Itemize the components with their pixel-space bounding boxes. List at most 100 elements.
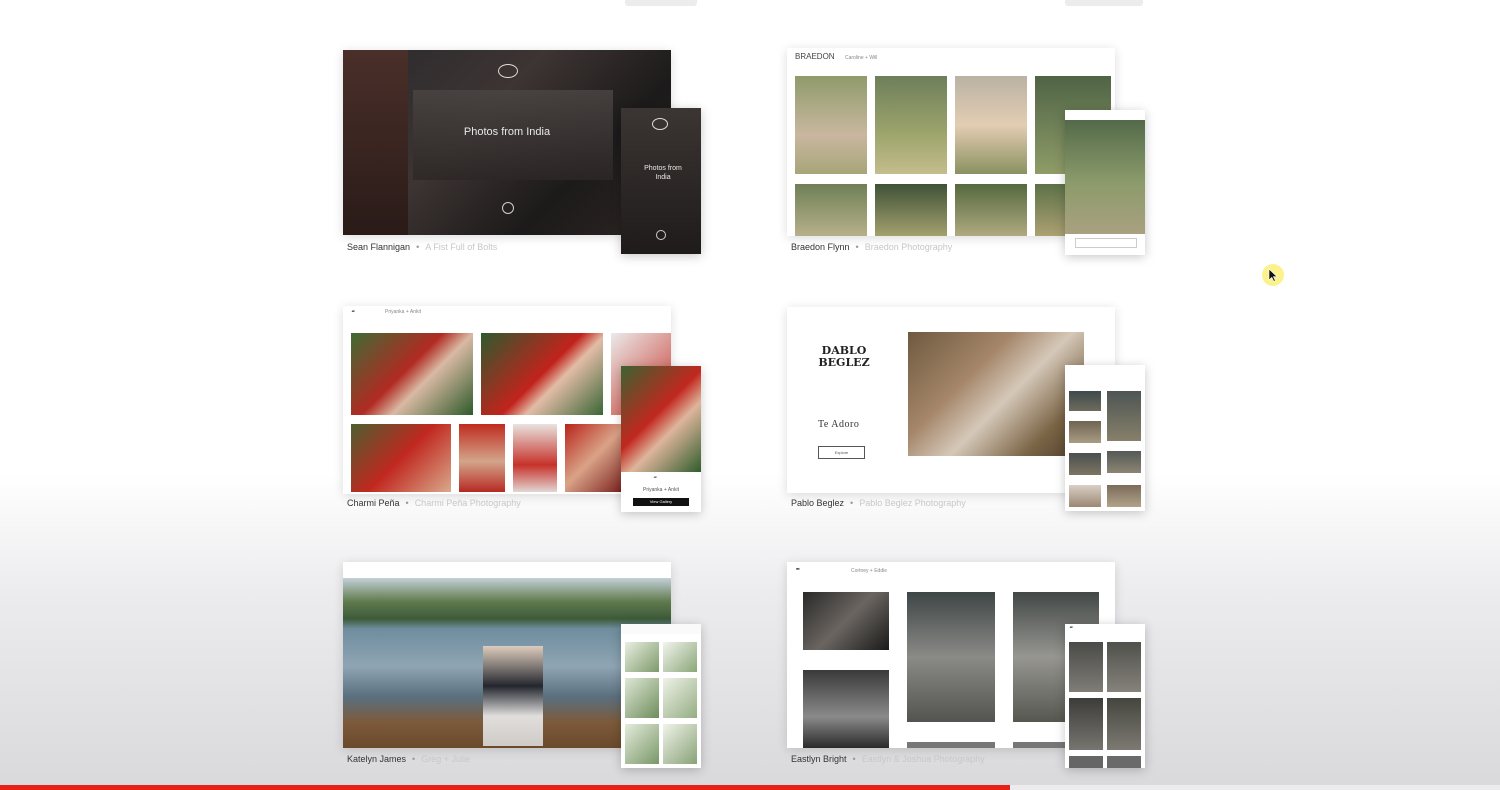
gallery-photo[interactable]: [663, 678, 697, 718]
studio-name: Pablo Beglez Photography: [859, 498, 966, 508]
gallery-photo[interactable]: [1069, 698, 1103, 750]
photographer-name: Charmi Peña: [347, 498, 400, 508]
gallery-photo[interactable]: [1069, 453, 1101, 475]
gallery-photo[interactable]: [795, 76, 867, 174]
gallery-header: BRAEDON Caroline + Will: [787, 48, 1115, 68]
video-progress-fill: [0, 785, 1010, 790]
gallery-photo[interactable]: [1107, 756, 1141, 768]
gallery-photo[interactable]: [625, 642, 659, 672]
gallery-photo[interactable]: [1107, 642, 1141, 692]
mobile-header: ✒: [1065, 624, 1145, 636]
photographer-name: Eastlyn Bright: [791, 754, 847, 764]
mobile-cover-photo: [1065, 120, 1145, 234]
gallery-caption: Pablo Beglez • Pablo Beglez Photography: [791, 498, 966, 508]
gallery-header: ✒ Priyanka + Ankit: [343, 306, 671, 318]
gallery-photo[interactable]: [663, 642, 697, 672]
cover-photo: [343, 50, 408, 235]
gallery-photo[interactable]: [955, 76, 1027, 174]
gallery-photo[interactable]: [875, 184, 947, 236]
studio-name: Greg + Julie: [421, 754, 470, 764]
gallery-photo[interactable]: [1069, 642, 1103, 692]
mobile-preview[interactable]: [1065, 365, 1145, 511]
gallery-photo[interactable]: [875, 76, 947, 174]
gallery-card-braedon-flynn[interactable]: BRAEDON Caroline + Will Braedon Flynn • Br…: [787, 48, 1147, 260]
gallery-card-charmi-pena[interactable]: ✒ Priyanka + Ankit ✒ Priyanka + Ankit Vi…: [343, 306, 703, 516]
gallery-photo[interactable]: [481, 333, 603, 415]
gallery-caption: Braedon Flynn • Braedon Photography: [791, 242, 952, 252]
gallery-photo[interactable]: [955, 184, 1027, 236]
gallery-photo[interactable]: [803, 670, 889, 748]
gallery-caption: Katelyn James • Greg + Julie: [347, 754, 470, 764]
separator: •: [855, 242, 859, 252]
gallery-photo[interactable]: [625, 724, 659, 764]
gallery-card-katelyn-james[interactable]: Katelyn James • Greg + Julie: [343, 562, 703, 772]
view-gallery-button[interactable]: View Gallery: [633, 498, 689, 506]
mobile-preview[interactable]: ✒ Priyanka + Ankit View Gallery: [621, 366, 701, 512]
gallery-photo[interactable]: [1069, 391, 1101, 411]
gallery-photo[interactable]: [803, 592, 889, 650]
view-gallery-button[interactable]: [1075, 238, 1137, 248]
gallery-photo[interactable]: [1069, 421, 1101, 443]
gallery-photo[interactable]: [1107, 485, 1141, 507]
gallery-caption: Sean Flannigan • A Fist Full of Bolts: [347, 242, 497, 252]
gallery-photo[interactable]: [1069, 485, 1101, 507]
mouse-cursor-highlight: [1262, 264, 1284, 286]
separator: •: [416, 242, 420, 252]
mobile-cover-title: Photos from India: [644, 165, 682, 181]
scroll-down-icon[interactable]: [502, 202, 514, 214]
studio-logo: ✒: [1069, 625, 1074, 631]
gallery-photo[interactable]: [907, 592, 995, 722]
mobile-preview[interactable]: ✒: [1065, 624, 1145, 768]
gallery-photo[interactable]: [513, 424, 557, 492]
studio-logo: [652, 118, 668, 130]
mobile-cover-photo: [621, 366, 701, 472]
gallery-header: [343, 562, 671, 578]
cover-photo: [908, 332, 1084, 456]
studio-name: Eastlyn & Joshua Photography: [861, 754, 985, 764]
mobile-preview[interactable]: [621, 624, 701, 768]
gallery-caption: Charmi Peña • Charmi Peña Photography: [347, 498, 521, 508]
gallery-photo[interactable]: [625, 678, 659, 718]
gallery-header: ✒ Cortney + Eddie: [787, 562, 1115, 580]
cover-title: Photos from India: [463, 126, 551, 138]
gallery-photo[interactable]: [1069, 756, 1103, 768]
cover-photo-couple: [483, 646, 543, 746]
gallery-photo[interactable]: [351, 333, 473, 415]
gallery-card-eastlyn-bright[interactable]: ✒ Cortney + Eddie ✒ Eastlyn Bright • Eastl…: [787, 562, 1147, 772]
studio-logo: ✒: [653, 475, 658, 481]
mobile-gallery-name: Priyanka + Ankit: [643, 487, 679, 493]
cover-title: Te Adoro: [818, 419, 860, 430]
gallery-photo[interactable]: [459, 424, 505, 492]
explore-button[interactable]: Explore: [818, 446, 865, 459]
photographer-name: Braedon Flynn: [791, 242, 850, 252]
gallery-photo[interactable]: [565, 424, 621, 492]
studio-name: A Fist Full of Bolts: [425, 242, 498, 252]
studio-logo: ✒: [351, 309, 356, 315]
gallery-name: Caroline + Will: [845, 55, 878, 61]
gallery-card-pablo-beglez[interactable]: DABLO BEGLEZ Te Adoro Explore Pablo Begl…: [787, 307, 1147, 517]
gallery-photo[interactable]: [1107, 698, 1141, 750]
gallery-photo[interactable]: [907, 742, 995, 748]
photographer-name: Katelyn James: [347, 754, 407, 764]
studio-logo: BRAEDON: [795, 52, 835, 61]
previous-row-stub: [1065, 0, 1143, 6]
gallery-caption: Eastlyn Bright • Eastlyn & Joshua Photogra…: [791, 754, 985, 764]
gallery-photo[interactable]: [1107, 391, 1141, 441]
gallery-photo[interactable]: [663, 724, 697, 764]
photographer-name: Pablo Beglez: [791, 498, 845, 508]
video-progress-bar[interactable]: [0, 785, 1500, 790]
mobile-preview[interactable]: [1065, 110, 1145, 255]
gallery-photo[interactable]: [1107, 451, 1141, 473]
mouse-pointer-icon: [1268, 268, 1278, 282]
gallery-photo[interactable]: [795, 184, 867, 236]
previous-row-stub: [625, 0, 697, 6]
gallery-card-sean-flannigan[interactable]: Photos from India Photos from India Sean…: [343, 50, 703, 260]
mobile-header: [621, 624, 701, 634]
studio-logo: [498, 64, 518, 78]
gallery-photo[interactable]: [351, 424, 451, 492]
scroll-down-icon[interactable]: [656, 230, 666, 240]
gallery-name: Cortney + Eddie: [851, 568, 887, 574]
separator: •: [405, 498, 409, 508]
mobile-preview[interactable]: Photos from India: [621, 108, 701, 254]
studio-logo: ✒: [795, 566, 801, 573]
